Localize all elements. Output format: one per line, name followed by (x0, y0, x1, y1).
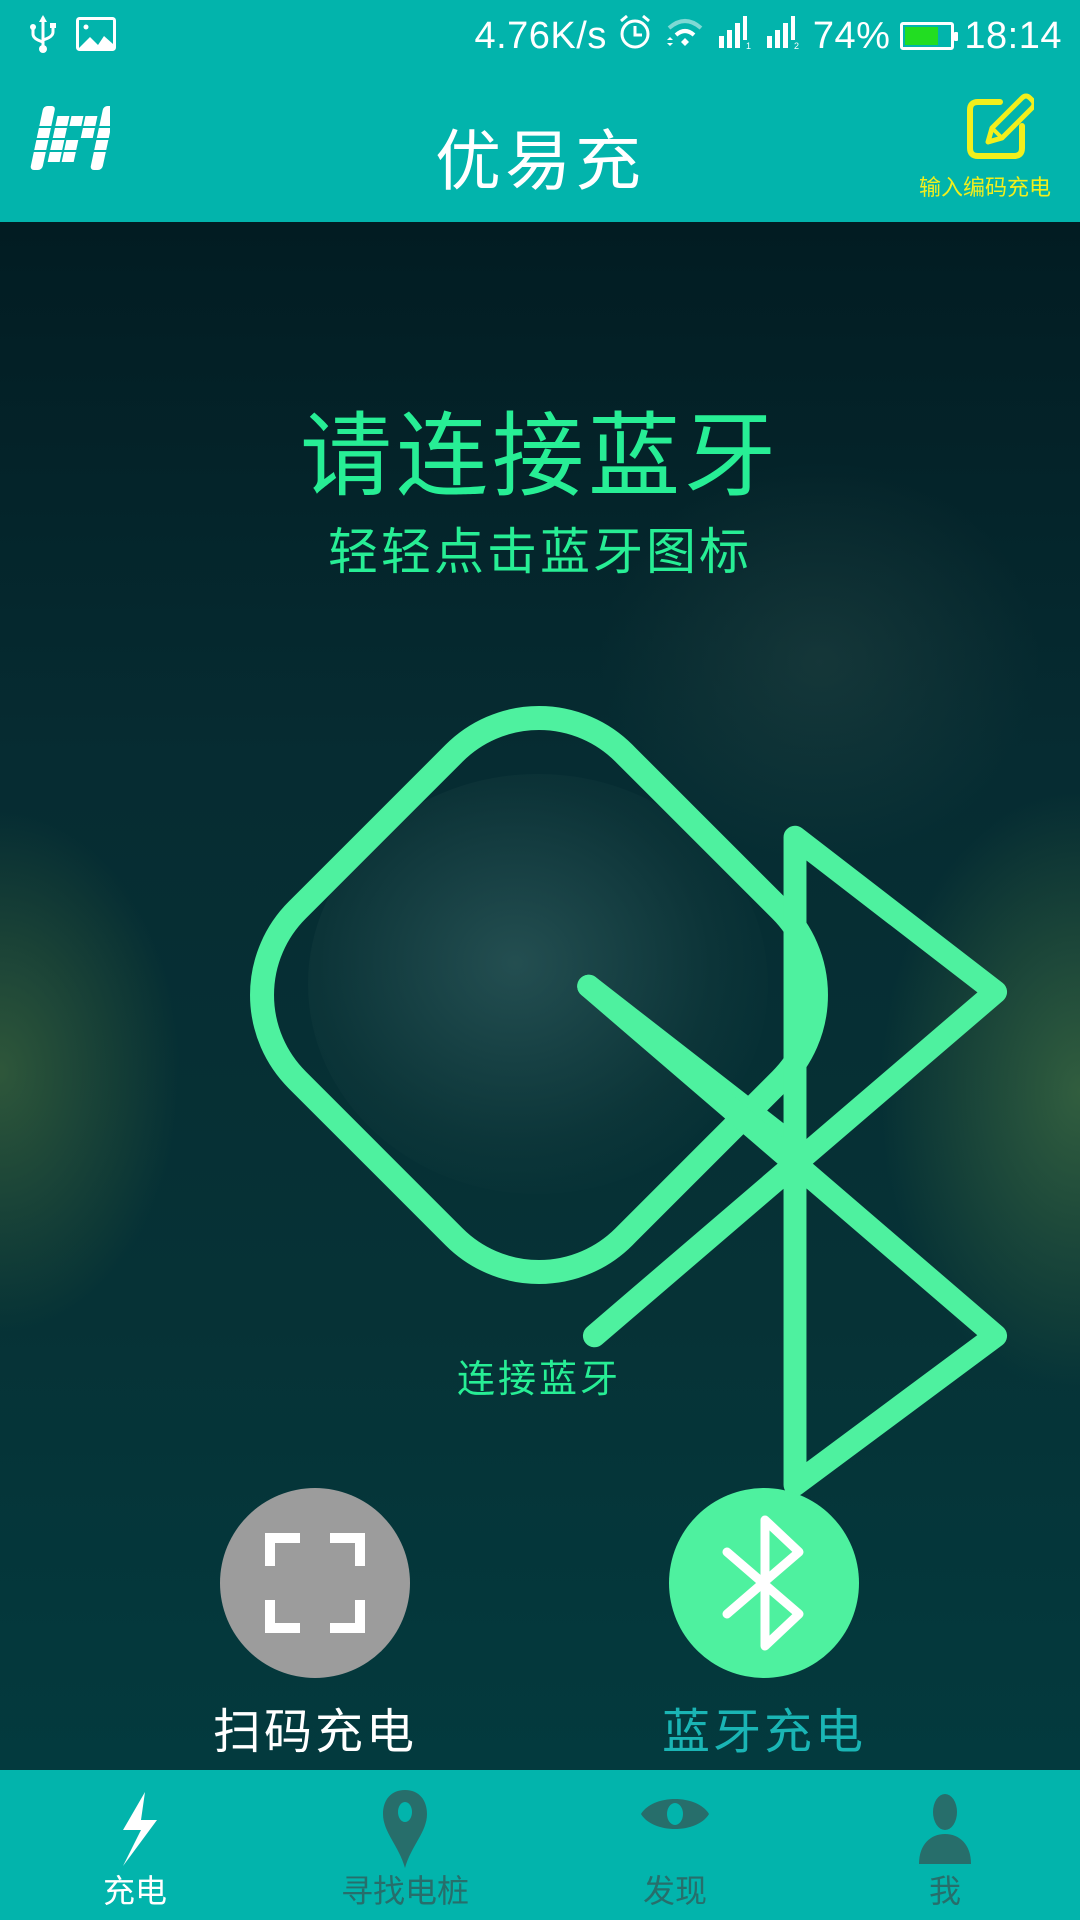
network-speed: 4.76K/s (474, 14, 607, 57)
usb-icon (28, 14, 58, 58)
battery-percent: 74% (812, 14, 891, 57)
scan-frame-icon (265, 1533, 365, 1633)
alarm-icon (617, 13, 653, 60)
nav-discover-label: 发现 (642, 1872, 707, 1910)
signal-sim1-icon: 1 (717, 14, 755, 59)
nav-discover[interactable]: 发现 (540, 1770, 810, 1920)
nav-me-label: 我 (928, 1872, 961, 1910)
svg-text:1: 1 (746, 41, 751, 50)
battery-icon (900, 22, 959, 50)
wifi-icon (663, 14, 707, 59)
lightning-icon (95, 1788, 175, 1868)
person-icon (905, 1788, 985, 1868)
connect-bluetooth-hint: 轻轻点击蓝牙图标 (328, 523, 752, 581)
connect-bluetooth-label: 连接蓝牙 (456, 1357, 621, 1401)
image-icon (76, 17, 116, 55)
bluetooth-charge-button[interactable]: 蓝牙充电 (634, 1488, 894, 1768)
eye-icon (635, 1788, 715, 1868)
connect-bluetooth-title: 请连接蓝牙 (299, 403, 780, 510)
app-header: 优易充 输入编码充电 (0, 72, 1080, 222)
nav-find-station-label: 寻找电桩 (340, 1872, 469, 1910)
bluetooth-charge-circle (669, 1488, 859, 1678)
nav-me[interactable]: 我 (810, 1770, 1080, 1920)
scan-charge-circle (220, 1488, 410, 1678)
bluetooth-icon (454, 820, 1008, 1497)
scan-charge-label: 扫码充电 (212, 1704, 417, 1760)
svg-text:2: 2 (794, 41, 799, 50)
bluetooth-charge-label: 蓝牙充电 (661, 1704, 866, 1760)
enter-code-charge-button[interactable]: 输入编码充电 (910, 92, 1060, 204)
nav-charge[interactable]: 充电 (0, 1770, 270, 1920)
signal-sim2-icon: 2 (765, 14, 803, 59)
map-pin-icon (365, 1788, 445, 1868)
connect-bluetooth-button[interactable]: 连接蓝牙 (198, 654, 1008, 1497)
nav-find-station[interactable]: 寻找电桩 (270, 1770, 540, 1920)
scan-charge-button[interactable]: 扫码充电 (185, 1488, 445, 1768)
main-content: 请连接蓝牙 轻轻点击蓝牙图标 连接蓝牙 扫码充电 蓝牙充电 (0, 222, 1080, 1770)
bottom-nav: 充电 寻找电桩 发现 我 (0, 1770, 1080, 1920)
bluetooth-icon (722, 1515, 804, 1651)
status-bar: 4.76K/s 1 2 74% 18:14 (0, 0, 1080, 72)
enter-code-charge-label: 输入编码充电 (918, 176, 1051, 201)
nav-charge-label: 充电 (102, 1872, 167, 1910)
edit-pencil-icon (962, 92, 1037, 164)
clock: 18:14 (964, 14, 1062, 57)
